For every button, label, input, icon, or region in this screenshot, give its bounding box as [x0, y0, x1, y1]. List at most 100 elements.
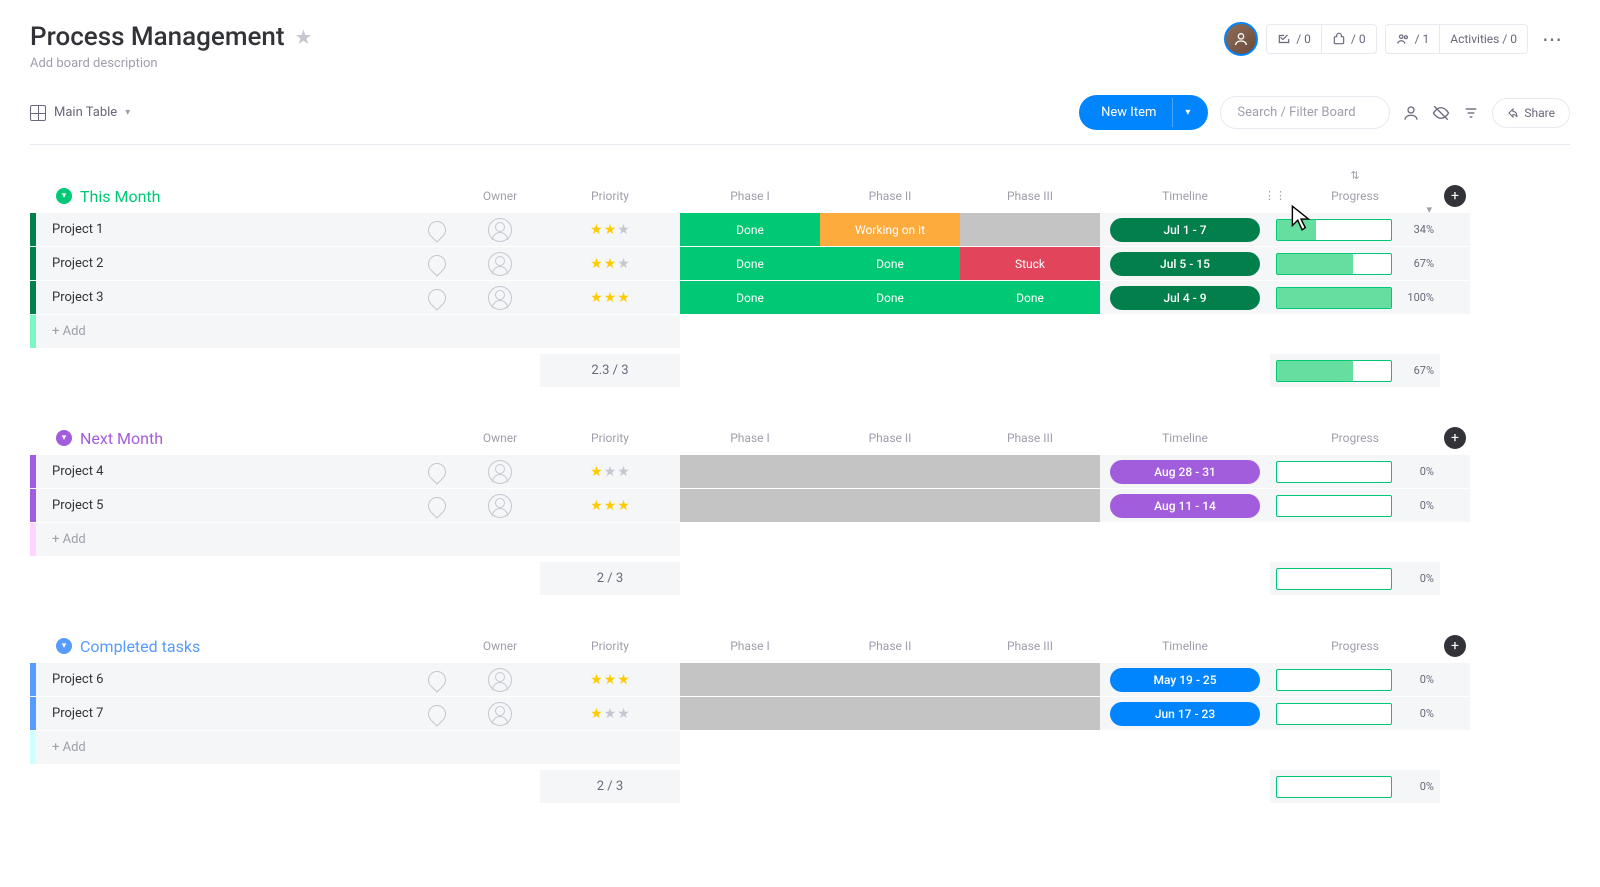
priority-cell[interactable]: ★★★	[540, 281, 680, 314]
status-cell[interactable]	[960, 663, 1100, 696]
status-cell[interactable]	[680, 697, 820, 730]
column-header[interactable]: Phase I	[680, 633, 820, 659]
add-item-row[interactable]: + Add	[30, 731, 1570, 764]
table-row[interactable]: Project 7 ★★★Jun 17 - 23 0%	[30, 697, 1570, 730]
status-cell[interactable]: Working on it	[820, 213, 960, 246]
progress-cell[interactable]: 0%	[1270, 455, 1440, 488]
automations-counter[interactable]: / 0	[1322, 25, 1376, 53]
status-cell[interactable]: Done	[680, 247, 820, 280]
item-name-cell[interactable]: Project 1	[30, 213, 460, 246]
status-cell[interactable]	[820, 455, 960, 488]
owner-cell[interactable]	[460, 247, 540, 280]
group-header[interactable]: ▾ Completed tasks	[30, 631, 460, 662]
priority-cell[interactable]: ★★★	[540, 455, 680, 488]
owner-cell[interactable]	[460, 489, 540, 522]
progress-cell[interactable]: 0%	[1270, 697, 1440, 730]
item-name-cell[interactable]: Project 5	[30, 489, 460, 522]
status-cell[interactable]: Done	[680, 213, 820, 246]
owner-cell[interactable]	[460, 697, 540, 730]
column-header[interactable]: Phase II	[820, 183, 960, 209]
add-item-row[interactable]: + Add	[30, 523, 1570, 556]
conversation-icon[interactable]	[424, 459, 449, 484]
status-cell[interactable]	[820, 663, 960, 696]
new-item-button[interactable]: New Item ▾	[1079, 95, 1208, 130]
progress-cell[interactable]: 67%	[1270, 247, 1440, 280]
group-title[interactable]: Completed tasks	[80, 637, 200, 656]
members-counter[interactable]: / 1	[1386, 25, 1441, 53]
plus-icon[interactable]: +	[1444, 185, 1466, 207]
priority-cell[interactable]: ★★★	[540, 663, 680, 696]
status-cell[interactable]	[960, 455, 1100, 488]
timeline-cell[interactable]: Jul 5 - 15	[1100, 247, 1270, 280]
activity-log[interactable]: Activities / 0	[1440, 25, 1527, 53]
favorite-star-icon[interactable]: ★	[295, 25, 313, 49]
column-header[interactable]: Timeline	[1100, 183, 1270, 209]
table-row[interactable]: Project 4 ★★★Aug 28 - 31 0%	[30, 455, 1570, 488]
priority-cell[interactable]: ★★★	[540, 697, 680, 730]
conversation-icon[interactable]	[424, 667, 449, 692]
progress-cell[interactable]: 100%	[1270, 281, 1440, 314]
status-cell[interactable]	[960, 213, 1100, 246]
status-cell[interactable]: Stuck	[960, 247, 1100, 280]
timeline-cell[interactable]: Jul 1 - 7	[1100, 213, 1270, 246]
column-header[interactable]: Phase III	[960, 633, 1100, 659]
column-header[interactable]: Priority	[540, 633, 680, 659]
status-cell[interactable]	[960, 489, 1100, 522]
collapse-icon[interactable]: ▾	[56, 638, 72, 654]
column-header[interactable]: Progress	[1270, 633, 1440, 659]
conversation-icon[interactable]	[424, 701, 449, 726]
group-title[interactable]: This Month	[80, 187, 160, 206]
column-header[interactable]: Phase III	[960, 425, 1100, 451]
column-header[interactable]: Phase I	[680, 183, 820, 209]
column-header[interactable]: Progress	[1270, 425, 1440, 451]
item-name-cell[interactable]: Project 2	[30, 247, 460, 280]
progress-cell[interactable]: 0%	[1270, 663, 1440, 696]
column-header[interactable]: Phase I	[680, 425, 820, 451]
add-column[interactable]: +	[1440, 179, 1470, 213]
timeline-cell[interactable]: Aug 11 - 14	[1100, 489, 1270, 522]
column-header[interactable]: Phase II	[820, 425, 960, 451]
status-cell[interactable]: Done	[960, 281, 1100, 314]
avatar[interactable]	[1224, 22, 1258, 56]
column-header[interactable]: ⋮⋮ Progress ▾⇅	[1270, 183, 1440, 209]
progress-cell[interactable]: 34%	[1270, 213, 1440, 246]
board-title[interactable]: Process Management	[30, 22, 285, 52]
conversation-icon[interactable]	[424, 285, 449, 310]
table-row[interactable]: Project 5 ★★★Aug 11 - 14 0%	[30, 489, 1570, 522]
table-row[interactable]: Project 3 ★★★DoneDoneDoneJul 4 - 9 100%	[30, 281, 1570, 314]
status-cell[interactable]	[680, 455, 820, 488]
add-item-row[interactable]: + Add	[30, 315, 1570, 348]
table-row[interactable]: Project 6 ★★★May 19 - 25 0%	[30, 663, 1570, 696]
conversation-icon[interactable]	[424, 251, 449, 276]
priority-cell[interactable]: ★★★	[540, 213, 680, 246]
column-header[interactable]: Priority	[540, 183, 680, 209]
group-header[interactable]: ▾ Next Month	[30, 423, 460, 454]
integrations-counter[interactable]: / 0	[1267, 25, 1322, 53]
filter-icon[interactable]	[1462, 104, 1480, 122]
search-input[interactable]: Search / Filter Board	[1220, 96, 1390, 129]
column-header[interactable]: Timeline	[1100, 633, 1270, 659]
column-header[interactable]: Timeline	[1100, 425, 1270, 451]
share-button[interactable]: Share	[1492, 98, 1570, 128]
column-header[interactable]: Phase III	[960, 183, 1100, 209]
conversation-icon[interactable]	[424, 493, 449, 518]
conversation-icon[interactable]	[424, 217, 449, 242]
add-column[interactable]: +	[1440, 629, 1470, 663]
column-header[interactable]: Owner	[460, 183, 540, 209]
status-cell[interactable]	[820, 489, 960, 522]
status-cell[interactable]	[960, 697, 1100, 730]
item-name-cell[interactable]: Project 6	[30, 663, 460, 696]
column-header[interactable]: Phase II	[820, 633, 960, 659]
board-description[interactable]: Add board description	[30, 56, 312, 71]
more-options-icon[interactable]: ⋯	[1536, 27, 1570, 51]
group-header[interactable]: ▾ This Month	[30, 181, 460, 212]
owner-cell[interactable]	[460, 663, 540, 696]
priority-cell[interactable]: ★★★	[540, 247, 680, 280]
timeline-cell[interactable]: Jul 4 - 9	[1100, 281, 1270, 314]
column-header[interactable]: Owner	[460, 425, 540, 451]
timeline-cell[interactable]: Aug 28 - 31	[1100, 455, 1270, 488]
hide-icon[interactable]	[1432, 104, 1450, 122]
column-header[interactable]: Priority	[540, 425, 680, 451]
view-switcher[interactable]: Main Table ▾	[30, 105, 130, 121]
status-cell[interactable]	[680, 489, 820, 522]
